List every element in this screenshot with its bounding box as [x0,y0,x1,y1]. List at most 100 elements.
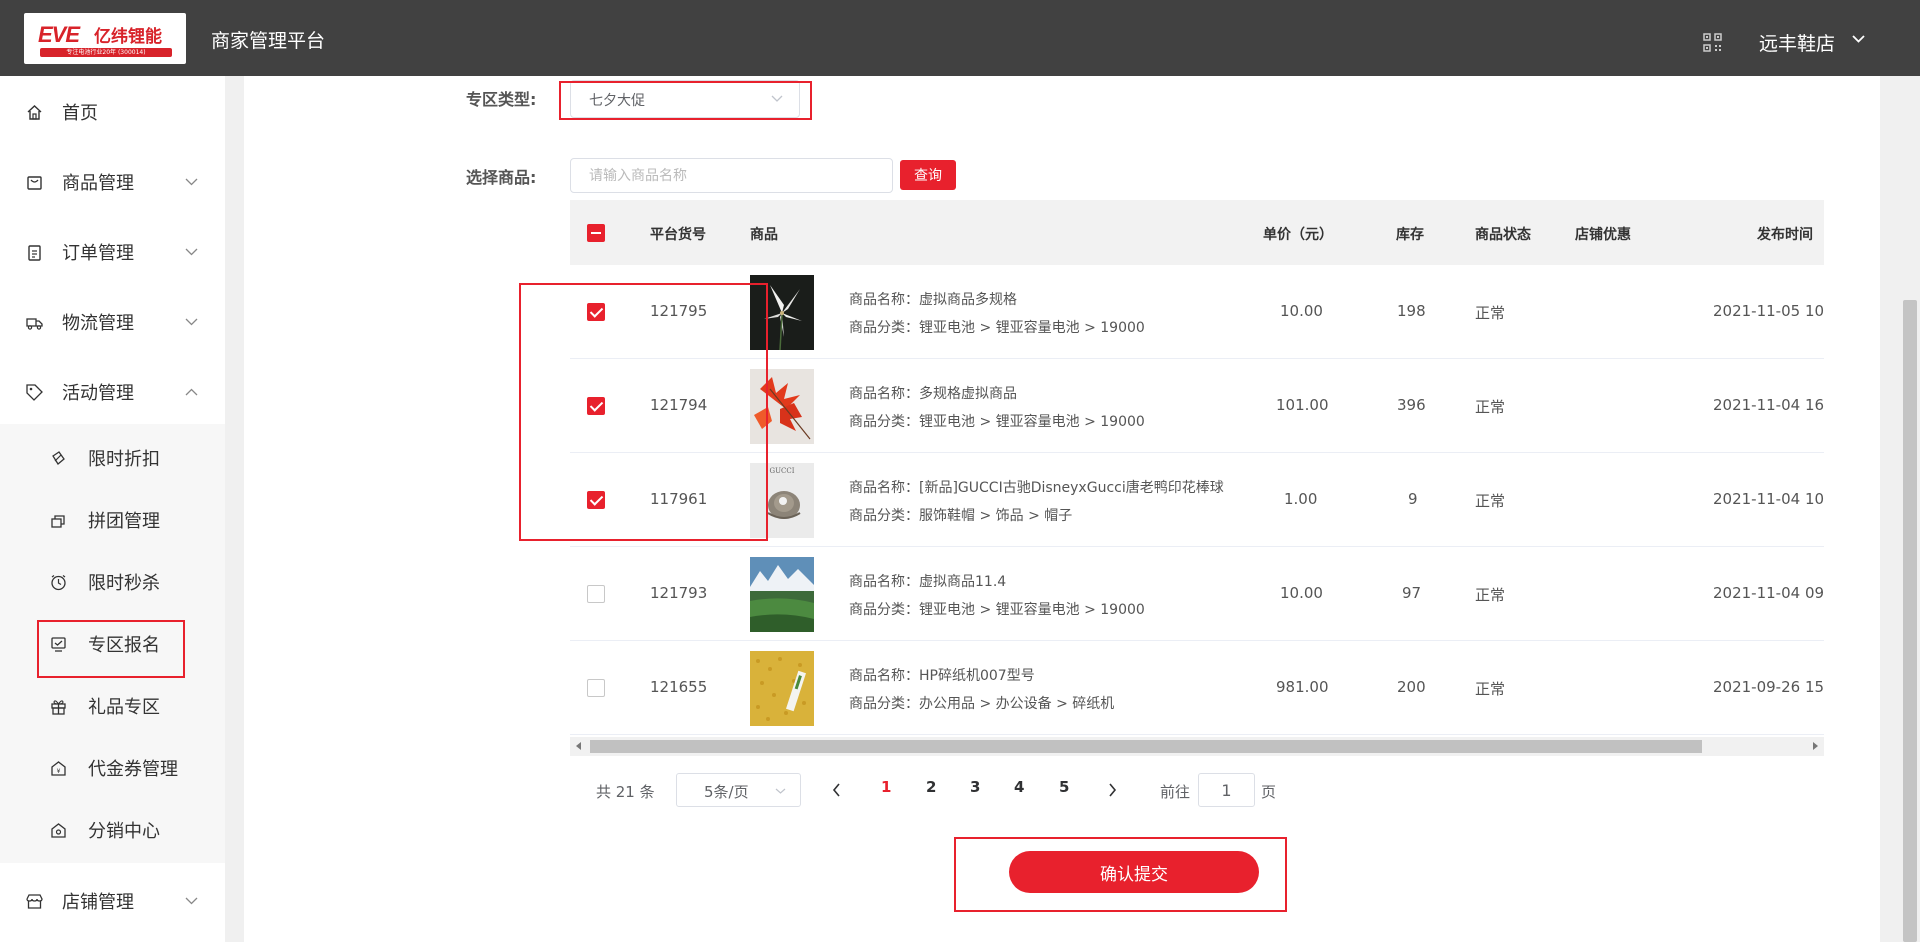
table-row[interactable]: 121655 商品名称：HP碎纸机007型号 商品分类：办公用品 > 办公设备 … [570,641,1824,735]
sidebar-subitem-flash-sale[interactable]: 限时秒杀 [0,558,225,606]
row-status: 正常 [1475,398,1506,416]
row-stock: 198 [1397,302,1426,320]
page-3-button[interactable]: 3 [970,778,980,796]
row-price: 981.00 [1276,678,1329,696]
goto-page-input[interactable] [1198,773,1255,807]
row-publish-time: 2021-09-26 15: [1713,678,1824,696]
highlight-box-zone-type [559,81,812,120]
logo-text: EVE [38,22,80,47]
horizontal-scrollbar-thumb[interactable] [590,740,1702,753]
sidebar-subitem-coupon[interactable]: ¥ 代金券管理 [0,744,225,792]
scroll-right-icon[interactable] [1813,742,1818,750]
shop-name[interactable]: 远丰鞋店 [1759,29,1835,56]
page-unit-label: 页 [1261,783,1277,801]
chevron-down-icon [185,248,198,256]
goto-label: 前往 [1160,783,1191,801]
product-thumbnail [750,557,814,632]
sidebar-item-label: 商品管理 [62,173,134,194]
row-status: 正常 [1475,680,1506,698]
chevron-down-icon [185,318,198,326]
home-icon [27,104,42,120]
page-1-button[interactable]: 1 [881,778,891,796]
sidebar-subitem-label: 限时秒杀 [88,573,160,594]
next-page-icon[interactable] [1107,782,1117,798]
row-price: 101.00 [1276,396,1329,414]
col-goods: 商品 [750,227,778,243]
sidebar-item-orders[interactable]: 订单管理 [0,225,225,279]
sidebar-subitem-label: 礼品专区 [88,697,160,718]
row-price: 1.00 [1284,490,1318,508]
row-checkbox[interactable] [587,585,605,603]
goods-search-input[interactable] [570,158,893,193]
pager-total: 共 21 条 [596,783,655,801]
table-header: 平台货号 商品 单价（元） 库存 商品状态 店铺优惠 发布时间 [570,200,1824,265]
sidebar-subitem-group[interactable]: 拼团管理 [0,496,225,544]
select-all-checkbox[interactable] [587,224,605,242]
sidebar-item-activities[interactable]: 活动管理 [0,365,225,419]
order-icon [28,244,41,261]
select-goods-label: 选择商品: [466,168,537,187]
row-product-name: 商品名称：虚拟商品11.4 [849,574,1007,590]
col-sku: 平台货号 [650,227,706,243]
row-stock: 97 [1402,584,1422,602]
page-size-select[interactable]: 5条/页 [676,773,801,807]
prev-page-icon[interactable] [832,782,842,798]
sidebar-subitem-distribution[interactable]: 分销中心 [0,806,225,854]
sidebar: 首页 商品管理 订单管理 物流管理 活动管理 限时折扣 拼团管理 限时秒杀 专区… [0,76,225,942]
sidebar-item-label: 店铺管理 [62,892,134,913]
sidebar-item-logistics[interactable]: 物流管理 [0,295,225,349]
row-product-name: 商品名称：HP碎纸机007型号 [849,668,1035,684]
page-size-value: 5条/页 [704,783,749,801]
sidebar-item-label: 活动管理 [62,383,134,404]
col-price: 单价（元） [1263,227,1333,243]
sidebar-subitem-label: 代金券管理 [88,759,178,780]
page-5-button[interactable]: 5 [1059,778,1069,796]
top-header: EVE 亿纬锂能 专注电池行业20年 (300014) 商家管理平台 远丰鞋店 [0,0,1920,76]
sidebar-item-home[interactable]: 首页 [0,85,225,139]
product-thumbnail [750,651,814,726]
chevron-down-icon [185,897,198,905]
table-horizontal-scrollbar[interactable] [570,737,1824,756]
row-product-name: 商品名称：虚拟商品多规格 [849,292,1017,308]
sidebar-subitem-label: 分销中心 [88,821,160,842]
shop-icon [26,893,43,909]
row-stock: 200 [1397,678,1426,696]
row-status: 正常 [1475,492,1506,510]
page-4-button[interactable]: 4 [1014,778,1024,796]
goods-icon [27,175,42,190]
scroll-left-icon[interactable] [576,742,581,750]
col-publish-time: 发布时间 [1757,227,1813,243]
coupon-icon: ¥ [51,760,66,776]
truck-icon [26,317,43,330]
row-product-category: 商品分类：办公用品 > 办公设备 > 碎纸机 [849,696,1115,712]
row-status: 正常 [1475,304,1506,322]
page-scrollbar-thumb[interactable] [1903,300,1917,942]
row-stock: 396 [1397,396,1426,414]
sidebar-item-goods[interactable]: 商品管理 [0,155,225,209]
sidebar-item-shop[interactable]: 店铺管理 [0,874,225,928]
table-row[interactable]: 121793 商品名称：虚拟商品11.4 商品分类：锂亚电池 > 锂亚容量电池 … [570,547,1824,641]
discount-icon [52,450,65,465]
distribution-icon [51,822,66,838]
sidebar-item-label: 物流管理 [62,313,134,334]
platform-title: 商家管理平台 [211,30,326,52]
page-2-button[interactable]: 2 [926,778,936,796]
gift-icon [51,699,66,715]
sidebar-item-label: 订单管理 [62,243,134,264]
brand-logo[interactable]: EVE 亿纬锂能 专注电池行业20年 (300014) [24,13,186,64]
tag-icon [26,383,43,401]
chevron-down-icon[interactable] [1851,34,1866,44]
chevron-down-icon [185,178,198,186]
row-sku: 121793 [650,584,708,602]
sidebar-subitem-discount[interactable]: 限时折扣 [0,434,225,482]
row-product-category: 商品分类：服饰鞋帽 > 饰品 > 帽子 [849,508,1073,524]
row-product-name: 商品名称：[新品]GUCCI古驰DisneyxGucci唐老鸭印花棒球 [849,480,1224,496]
sidebar-subitem-gift[interactable]: 礼品专区 [0,682,225,730]
query-button[interactable]: 查询 [900,160,956,190]
clock-icon [51,574,66,590]
qr-code-icon[interactable] [1703,33,1722,52]
sidebar-item-label: 首页 [62,103,98,124]
highlight-box-selected-rows [519,283,768,541]
thumb-brand-text: GUCCI [770,467,795,475]
row-checkbox[interactable] [587,679,605,697]
